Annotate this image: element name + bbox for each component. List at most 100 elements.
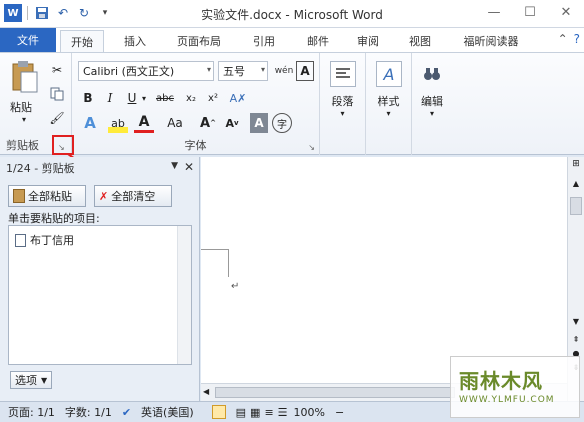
- clear-all-icon: ✗: [99, 189, 109, 203]
- close-icon[interactable]: ✕: [184, 160, 194, 174]
- enclose-characters-icon[interactable]: 字: [272, 113, 292, 133]
- font-launcher-icon[interactable]: ↘: [308, 143, 315, 152]
- ribbon-tabs: 文件 开始 插入 页面布局 引用 邮件 审阅 视图 福昕阅读器 ⌃ ?: [0, 28, 584, 52]
- watermark-url: WWW.YLMFU.COM: [459, 395, 555, 405]
- character-shading-icon[interactable]: A: [250, 113, 268, 133]
- tab-view[interactable]: 视图: [398, 30, 442, 52]
- proofing-icon[interactable]: ✔: [122, 406, 131, 419]
- tab-insert[interactable]: 插入: [112, 30, 158, 52]
- draft-icon[interactable]: ☰: [278, 406, 288, 419]
- print-layout-icon[interactable]: [211, 405, 226, 419]
- paste-label: 粘贴: [10, 101, 32, 114]
- styles-group[interactable]: A 样式 ▾: [366, 53, 412, 155]
- tab-right-icons: ⌃ ?: [558, 32, 580, 46]
- phonetic-guide-icon[interactable]: wén: [274, 61, 294, 81]
- tab-references[interactable]: 引用: [242, 30, 286, 52]
- pane-menu-icon[interactable]: ▼: [171, 161, 178, 171]
- zoom-level[interactable]: 100%: [294, 406, 325, 419]
- paragraph-icon: [330, 61, 356, 87]
- scroll-up-icon[interactable]: ▲: [570, 179, 582, 191]
- tab-page-layout[interactable]: 页面布局: [164, 30, 234, 52]
- clear-formatting-icon[interactable]: A✗: [228, 89, 248, 107]
- scroll-thumb[interactable]: [570, 197, 582, 215]
- ruler-toggle-icon[interactable]: ⊞: [570, 159, 582, 173]
- word-count[interactable]: 字数: 1/1: [65, 404, 112, 420]
- list-item[interactable]: 布丁信用: [15, 232, 74, 248]
- clipboard-counter: 1/24 - 剪贴板: [6, 162, 75, 175]
- underline-dropdown-icon[interactable]: ▾: [140, 89, 148, 107]
- strikethrough-icon[interactable]: abc: [152, 89, 178, 107]
- underline-icon[interactable]: U: [124, 89, 140, 107]
- close-icon[interactable]: ✕: [548, 0, 584, 24]
- tab-review[interactable]: 审阅: [346, 30, 390, 52]
- highlight-icon[interactable]: ab: [108, 113, 128, 133]
- shrink-font-icon[interactable]: Av: [222, 113, 242, 133]
- zoom-out-icon[interactable]: −: [335, 406, 344, 419]
- copy-icon[interactable]: [48, 85, 66, 103]
- font-group: Calibri (西文正文) ▾ 五号 ▾ wén A B I U ▾ abc …: [72, 53, 320, 155]
- subscript-icon[interactable]: x₂: [182, 89, 200, 107]
- font-size-value: 五号: [223, 65, 245, 78]
- tab-home[interactable]: 开始: [60, 30, 104, 52]
- help-icon[interactable]: ?: [574, 32, 580, 46]
- cut-icon[interactable]: ✂: [48, 61, 66, 79]
- title-bar: W ↶ ↻ ▾ 实验文件.docx - Microsoft Word — ☐ ✕: [0, 0, 584, 28]
- font-color-icon[interactable]: A: [134, 113, 154, 133]
- bold-icon[interactable]: B: [80, 89, 96, 107]
- font-size-combo[interactable]: 五号 ▾: [218, 61, 268, 81]
- paste-all-button[interactable]: 全部粘贴: [8, 185, 86, 207]
- options-button[interactable]: 选项 ▼: [10, 371, 53, 389]
- minimize-icon[interactable]: —: [476, 0, 512, 24]
- paragraph-group[interactable]: 段落 ▾: [320, 53, 366, 155]
- paste-dropdown-icon[interactable]: ▾: [22, 115, 26, 124]
- grow-font-icon[interactable]: A ^: [198, 113, 218, 133]
- clear-all-button[interactable]: ✗ 全部清空: [94, 185, 172, 207]
- font-name-combo[interactable]: Calibri (西文正文) ▾: [78, 61, 214, 81]
- paste-all-label: 全部粘贴: [28, 190, 72, 203]
- superscript-icon[interactable]: x²: [204, 89, 222, 107]
- tab-foxit-reader[interactable]: 福昕阅读器: [452, 30, 530, 52]
- list-item-label: 布丁信用: [30, 234, 74, 247]
- tab-file[interactable]: 文件: [0, 28, 56, 52]
- character-border-icon[interactable]: A: [296, 61, 314, 81]
- scroll-left-icon[interactable]: ◀: [203, 387, 209, 396]
- page-indicator[interactable]: 页面: 1/1: [8, 404, 55, 420]
- previous-page-icon[interactable]: ⇞: [570, 335, 582, 347]
- clipboard-pane-header: 1/24 - 剪贴板 ▼ ✕: [0, 157, 200, 179]
- chevron-down-icon: ▾: [206, 65, 211, 74]
- margin-mark: [228, 249, 229, 277]
- binoculars-icon: [420, 61, 444, 87]
- margin-mark: [201, 249, 229, 250]
- clipboard-item-list: 布丁信用: [8, 225, 192, 365]
- full-screen-icon[interactable]: ▤: [236, 406, 246, 419]
- ribbon: 粘贴 ▾ ✂ 🖌 剪贴板 ↘ Calibri (西文正文) ▾ 五号 ▾ wén…: [0, 52, 584, 155]
- chevron-down-icon: ▼: [41, 375, 48, 385]
- paste-all-icon: [13, 189, 25, 203]
- editing-label: 编辑: [421, 95, 443, 108]
- chevron-down-icon: ▾: [340, 109, 345, 118]
- paste-icon: [12, 61, 38, 93]
- styles-icon: A: [376, 61, 402, 87]
- paragraph-mark: ↵: [231, 281, 240, 292]
- styles-label: 样式: [377, 95, 400, 108]
- collapse-ribbon-icon[interactable]: ⌃: [558, 32, 568, 46]
- tab-mailings[interactable]: 邮件: [296, 30, 340, 52]
- text-effects-icon[interactable]: A: [80, 113, 100, 133]
- outline-icon[interactable]: ≡: [264, 406, 273, 419]
- editing-group[interactable]: 编辑 ▾: [412, 53, 452, 155]
- maximize-icon[interactable]: ☐: [512, 0, 548, 24]
- italic-icon[interactable]: I: [102, 89, 118, 107]
- clipboard-pane: 1/24 - 剪贴板 ▼ ✕ 全部粘贴 ✗ 全部清空 单击要粘贴的项目: 布丁信…: [0, 157, 200, 401]
- watermark-name: 雨林木风: [459, 369, 543, 393]
- paste-button[interactable]: [6, 57, 42, 97]
- chevron-down-icon: ▾: [260, 65, 265, 74]
- web-layout-icon[interactable]: ▦: [250, 406, 260, 419]
- pane-scrollbar[interactable]: [177, 226, 191, 364]
- format-painter-icon[interactable]: 🖌: [48, 109, 66, 127]
- language-indicator[interactable]: 英语(美国): [141, 404, 194, 420]
- scroll-down-icon[interactable]: ▼: [570, 317, 582, 329]
- change-case-icon[interactable]: Aa: [162, 113, 188, 133]
- clear-all-label: 全部清空: [111, 190, 156, 203]
- document-canvas[interactable]: ↵: [201, 157, 567, 383]
- scroll-thumb[interactable]: [215, 387, 455, 398]
